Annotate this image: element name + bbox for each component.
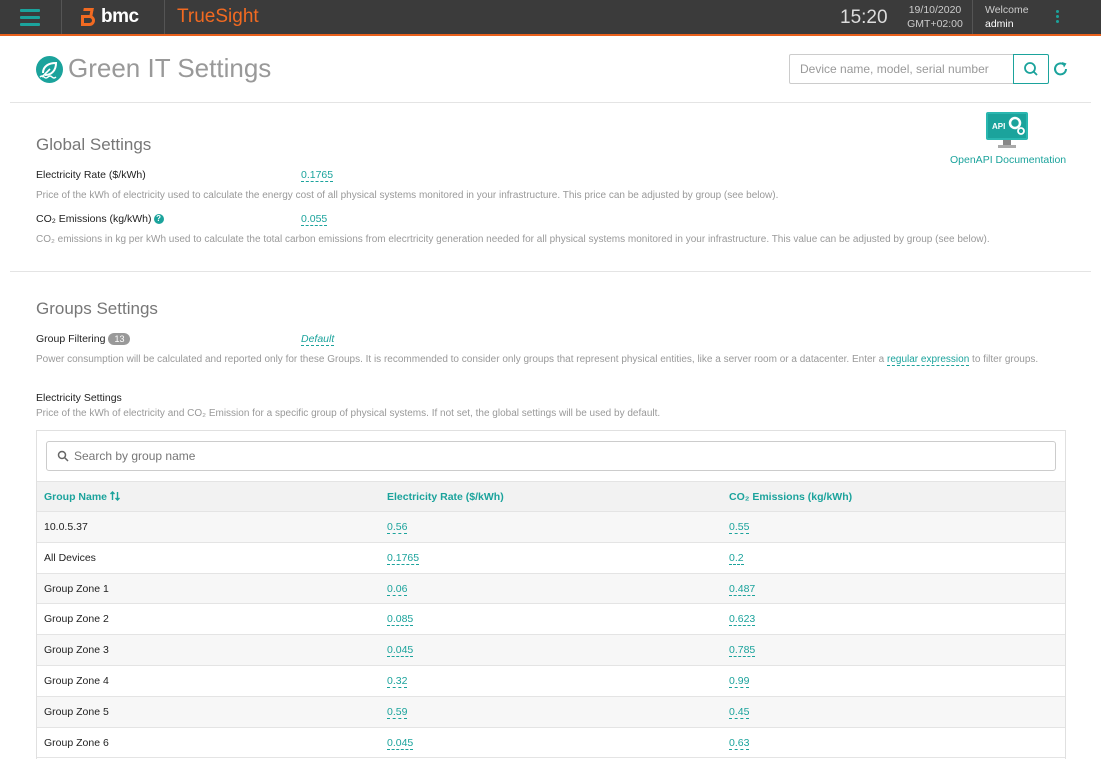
svg-text:API: API [992,122,1005,131]
electricity-rate-label: Electricity Rate ($/kWh) [36,169,146,181]
groups-settings-title: Groups Settings [36,299,158,318]
table-row: Group Zone 5 0.59 0.45 [37,696,1065,728]
group-count-badge: 13 [108,333,131,345]
kebab-menu-icon[interactable] [1056,10,1060,25]
group-filtering-value[interactable]: Default [301,333,335,346]
group-filtering-desc-text-end: to filter groups. [972,354,1039,365]
brand-name: bmc [101,6,139,27]
username: admin [985,18,1014,30]
clock-time: 15:20 [840,7,888,28]
hamburger-menu-icon[interactable] [20,9,40,26]
table-row: Group Zone 6 0.045 0.63 [37,728,1065,759]
table-body: 10.0.5.37 0.56 0.55 All Devices 0.1765 0… [37,512,1065,759]
co2-emissions-cell[interactable]: 0.487 [729,583,756,596]
co2-emissions-cell[interactable]: 0.2 [729,552,744,565]
bmc-logo: bmc [81,6,139,28]
regular-expression-link[interactable]: regular expression [887,354,970,366]
electricity-rate-cell[interactable]: 0.1765 [387,552,420,565]
divider [10,102,1091,103]
electricity-rate-cell[interactable]: 0.045 [387,644,414,658]
global-settings-title: Global Settings [36,135,152,154]
co2-emissions-value[interactable]: 0.055 [301,213,328,226]
co2-emissions-cell[interactable]: 0.63 [729,737,750,750]
page-title: Green IT Settings [68,53,272,83]
sort-icon[interactable] [109,491,120,501]
co2-emissions-cell[interactable]: 0.99 [729,675,750,688]
table-header: Group Name Electricity Rate ($/kWh) CO₂ … [37,481,1065,512]
top-bar: bmc TrueSight 15:20 19/10/2020 GMT+02:00… [0,0,1101,36]
green-it-leaf-icon [36,56,63,83]
timezone-value: GMT+02:00 [907,18,963,30]
electricity-rate-cell[interactable]: 0.56 [387,521,408,534]
co2-emissions-description: CO₂ emissions in kg per kWh used to calc… [36,234,990,245]
search-icon [1024,62,1038,76]
user-menu[interactable]: Welcome admin [985,3,1029,31]
co2-emissions-cell[interactable]: 0.55 [729,521,750,534]
electricity-rate-cell[interactable]: 0.06 [387,583,408,596]
column-header-group-name-label: Group Name [44,491,108,503]
search-button[interactable] [1013,54,1049,84]
electricity-settings-label: Electricity Settings [36,392,122,404]
group-name-cell: Group Zone 2 [44,613,109,626]
device-search-input[interactable] [789,54,1014,84]
divider [61,0,62,34]
page-header: Green IT Settings [0,36,1101,102]
co2-emissions-cell[interactable]: 0.623 [729,613,756,627]
groups-table-panel: Group Name Electricity Rate ($/kWh) CO₂ … [36,430,1066,759]
table-row: Group Zone 2 0.085 0.623 [37,604,1065,636]
group-name-cell: Group Zone 1 [44,582,109,595]
welcome-label: Welcome [985,4,1029,16]
table-row: 10.0.5.37 0.56 0.55 [37,512,1065,543]
column-header-electricity-rate[interactable]: Electricity Rate ($/kWh) [387,491,504,503]
electricity-settings-description: Price of the kWh of electricity and CO₂ … [36,408,661,419]
co2-emissions-label-text: CO₂ Emissions (kg/kWh) [36,213,152,225]
electricity-rate-cell[interactable]: 0.59 [387,706,408,719]
bmc-mark-icon [81,7,97,27]
date-display: 19/10/2020 GMT+02:00 [905,3,965,31]
table-row: Group Zone 1 0.06 0.487 [37,573,1065,605]
electricity-rate-cell[interactable]: 0.085 [387,613,414,627]
refresh-icon[interactable] [1052,60,1070,78]
co2-emissions-label: CO₂ Emissions (kg/kWh)? [36,213,164,225]
group-name-cell: Group Zone 5 [44,705,109,718]
group-name-cell: All Devices [44,551,96,564]
help-icon[interactable]: ? [153,214,164,224]
table-row: All Devices 0.1765 0.2 [37,543,1065,574]
electricity-rate-cell[interactable]: 0.32 [387,675,408,688]
column-header-group-name[interactable]: Group Name [44,491,120,503]
product-name[interactable]: TrueSight [177,6,259,28]
divider [10,271,1091,272]
group-name-cell: Group Zone 3 [44,644,109,657]
api-monitor-icon[interactable]: API [985,111,1029,149]
column-header-co2-emissions[interactable]: CO₂ Emissions (kg/kWh) [729,491,852,503]
divider [164,0,165,34]
co2-emissions-cell[interactable]: 0.785 [729,644,756,658]
group-search-input[interactable] [74,442,1034,470]
openapi-documentation-link[interactable]: OpenAPI Documentation [950,154,1066,166]
co2-emissions-cell[interactable]: 0.45 [729,706,750,719]
group-filtering-label: Group Filtering 13 [36,333,131,345]
table-row: Group Zone 4 0.32 0.99 [37,666,1065,697]
group-name-cell: Group Zone 4 [44,674,109,687]
group-name-cell: 10.0.5.37 [44,521,88,533]
electricity-rate-cell[interactable]: 0.045 [387,737,414,750]
group-search-field[interactable] [46,441,1056,471]
electricity-rate-value[interactable]: 0.1765 [301,169,334,182]
group-filtering-desc-text: Power consumption will be calculated and… [36,354,885,365]
group-filtering-label-text: Group Filtering [36,333,106,345]
search-icon [57,450,69,462]
divider [972,0,973,34]
electricity-rate-description: Price of the kWh of electricity used to … [36,190,779,201]
table-row: Group Zone 3 0.045 0.785 [37,635,1065,666]
group-name-cell: Group Zone 6 [44,736,109,749]
date-value: 19/10/2020 [908,4,962,16]
group-filtering-description: Power consumption will be calculated and… [36,352,1066,367]
